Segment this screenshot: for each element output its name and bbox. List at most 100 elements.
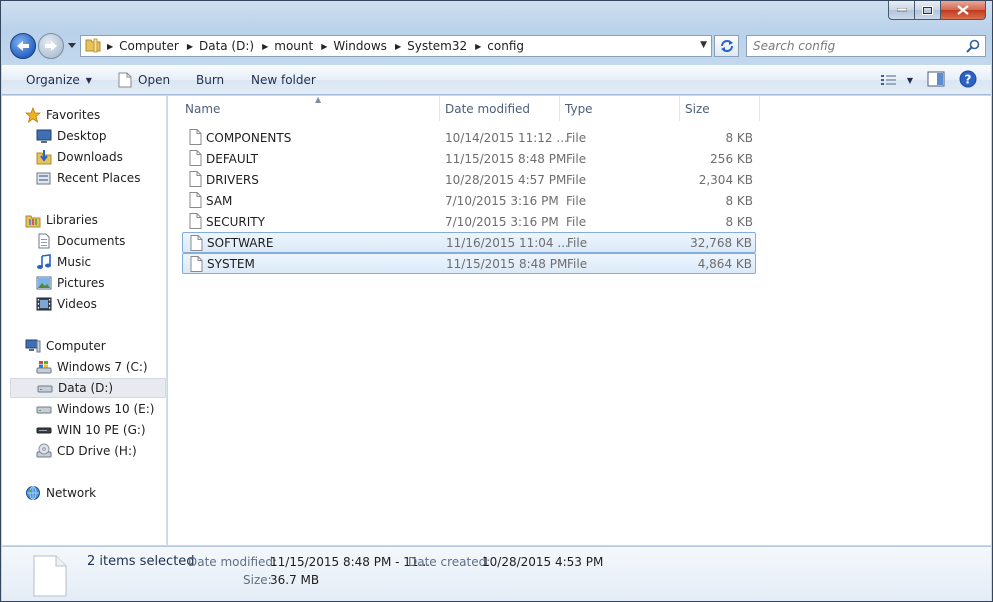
file-size: 4,864 KB <box>697 256 752 271</box>
organize-label: Organize <box>26 73 80 87</box>
refresh-button[interactable] <box>714 35 739 57</box>
nav-music[interactable]: Music <box>10 252 166 272</box>
breadcrumb-config[interactable]: config <box>487 39 524 53</box>
forward-button[interactable] <box>38 33 64 59</box>
file-date-modified: 7/10/2015 3:16 PM <box>445 193 559 208</box>
svg-text:?: ? <box>965 72 972 86</box>
breadcrumb-separator-icon[interactable]: ▶ <box>475 42 481 51</box>
nav-drive-d[interactable]: Data (D:) <box>10 378 166 398</box>
music-icon <box>36 254 52 270</box>
downloads-icon <box>36 149 52 165</box>
column-name-label: Name <box>185 101 221 116</box>
file-name: SAM <box>206 193 233 208</box>
breadcrumb-separator-icon[interactable]: ▶ <box>395 42 401 51</box>
nav-drive-h-label: CD Drive (H:) <box>57 444 137 458</box>
column-header-size[interactable]: Size <box>679 96 759 121</box>
nav-drive-c-label: Windows 7 (C:) <box>57 360 148 374</box>
column-header-date[interactable]: Date modified <box>439 96 559 121</box>
breadcrumb-computer[interactable]: Computer <box>119 39 179 53</box>
column-header-name[interactable]: Name ▲ <box>179 95 439 121</box>
file-date-modified: 10/28/2015 4:57 PM <box>445 172 567 187</box>
file-size: 8 KB <box>725 193 753 208</box>
address-bar[interactable]: ▶ Computer ▶ Data (D:) ▶ mount ▶ Windows ▶ Sy… <box>80 35 712 57</box>
nav-documents[interactable]: Documents <box>10 231 166 251</box>
nav-recent-places[interactable]: Recent Places <box>10 168 166 188</box>
breadcrumb-system32[interactable]: System32 <box>407 39 467 53</box>
file-date-modified: 11/15/2015 8:48 PM <box>445 151 567 166</box>
address-dropdown-icon[interactable]: ▼ <box>700 40 707 50</box>
nav-libraries[interactable]: Libraries <box>10 210 166 230</box>
file-row[interactable]: COMPONENTS 10/14/2015 11:12 ... File 8 KB <box>182 127 756 148</box>
nav-drive-e[interactable]: Windows 10 (E:) <box>10 399 166 419</box>
close-button[interactable] <box>941 1 986 20</box>
change-view-button[interactable]: ▼ <box>880 74 913 86</box>
open-button[interactable]: Open <box>118 66 170 94</box>
file-size: 2,304 KB <box>698 172 753 187</box>
column-size-label: Size <box>685 101 710 116</box>
chevron-down-icon[interactable]: ▼ <box>907 76 913 85</box>
network-icon <box>25 485 41 501</box>
back-button[interactable] <box>10 33 36 59</box>
search-icon[interactable] <box>966 39 980 56</box>
chevron-down-icon: ▼ <box>85 75 92 85</box>
burn-button[interactable]: Burn <box>196 66 224 94</box>
nav-videos[interactable]: Videos <box>10 294 166 314</box>
file-row[interactable]: DEFAULT 11/15/2015 8:48 PM File 256 KB <box>182 148 756 169</box>
libraries-icon <box>25 212 41 228</box>
search-input[interactable] <box>753 39 953 53</box>
preview-pane-button[interactable] <box>927 71 945 90</box>
nav-drive-d-label: Data (D:) <box>58 381 114 395</box>
date-modified-label: Date modified: <box>188 555 278 569</box>
column-header-type[interactable]: Type <box>559 96 679 121</box>
breadcrumb-data-d[interactable]: Data (D:) <box>199 39 254 53</box>
breadcrumb-separator-icon[interactable]: ▶ <box>321 42 327 51</box>
forward-arrow-icon <box>45 41 57 51</box>
nav-drive-h[interactable]: CD Drive (H:) <box>10 441 166 461</box>
file-type: File <box>566 214 587 229</box>
file-row[interactable]: SOFTWARE 11/16/2015 11:04 ... File 32,768 K… <box>182 232 756 253</box>
nav-computer[interactable]: Computer <box>10 336 166 356</box>
minimize-button[interactable] <box>888 1 915 20</box>
breadcrumb-windows[interactable]: Windows <box>333 39 387 53</box>
breadcrumb-separator-icon[interactable]: ▶ <box>262 42 268 51</box>
file-icon <box>190 235 203 254</box>
file-type: File <box>566 172 587 187</box>
documents-icon <box>36 233 52 249</box>
nav-drive-c[interactable]: Windows 7 (C:) <box>10 357 166 377</box>
close-icon <box>957 5 969 15</box>
nav-desktop[interactable]: Desktop <box>10 126 166 146</box>
file-icon <box>189 192 202 211</box>
file-row[interactable]: SECURITY 7/10/2015 3:16 PM File 8 KB <box>182 211 756 232</box>
help-button[interactable]: ? <box>959 70 977 91</box>
file-row[interactable]: DRIVERS 10/28/2015 4:57 PM File 2,304 KB <box>182 169 756 190</box>
nav-drive-g[interactable]: WIN 10 PE (G:) <box>10 420 166 440</box>
file-row[interactable]: SAM 7/10/2015 3:16 PM File 8 KB <box>182 190 756 211</box>
system-drive-icon <box>36 359 52 375</box>
breadcrumb-mount[interactable]: mount <box>274 39 313 53</box>
refresh-icon <box>720 40 733 52</box>
nav-libraries-label: Libraries <box>46 213 98 227</box>
file-row[interactable]: SYSTEM 11/15/2015 8:48 PM File 4,864 KB <box>182 253 756 274</box>
new-folder-button[interactable]: New folder <box>251 66 316 94</box>
file-date-modified: 10/14/2015 11:12 ... <box>445 130 568 145</box>
explorer-window: ▶ Computer ▶ Data (D:) ▶ mount ▶ Windows ▶ Sy… <box>0 0 993 602</box>
minimize-icon <box>896 8 907 12</box>
nav-downloads[interactable]: Downloads <box>10 147 166 167</box>
nav-pictures[interactable]: Pictures <box>10 273 166 293</box>
breadcrumb-separator-icon[interactable]: ▶ <box>107 42 113 51</box>
breadcrumb-separator-icon[interactable]: ▶ <box>187 42 193 51</box>
nav-network[interactable]: Network <box>10 483 166 503</box>
recent-places-icon <box>36 170 52 186</box>
organize-button[interactable]: Organize ▼ <box>26 66 92 94</box>
date-created-value: 10/28/2015 4:53 PM <box>482 555 604 569</box>
removable-drive-icon <box>36 422 52 438</box>
nav-videos-label: Videos <box>57 297 97 311</box>
recent-pages-button[interactable] <box>66 39 78 53</box>
file-icon <box>189 171 202 190</box>
maximize-button[interactable] <box>915 1 941 20</box>
search-box[interactable] <box>746 35 986 57</box>
column-type-label: Type <box>565 101 593 116</box>
file-name: DRIVERS <box>206 172 259 187</box>
hard-drive-icon <box>37 380 53 396</box>
nav-favorites[interactable]: Favorites <box>10 105 166 125</box>
